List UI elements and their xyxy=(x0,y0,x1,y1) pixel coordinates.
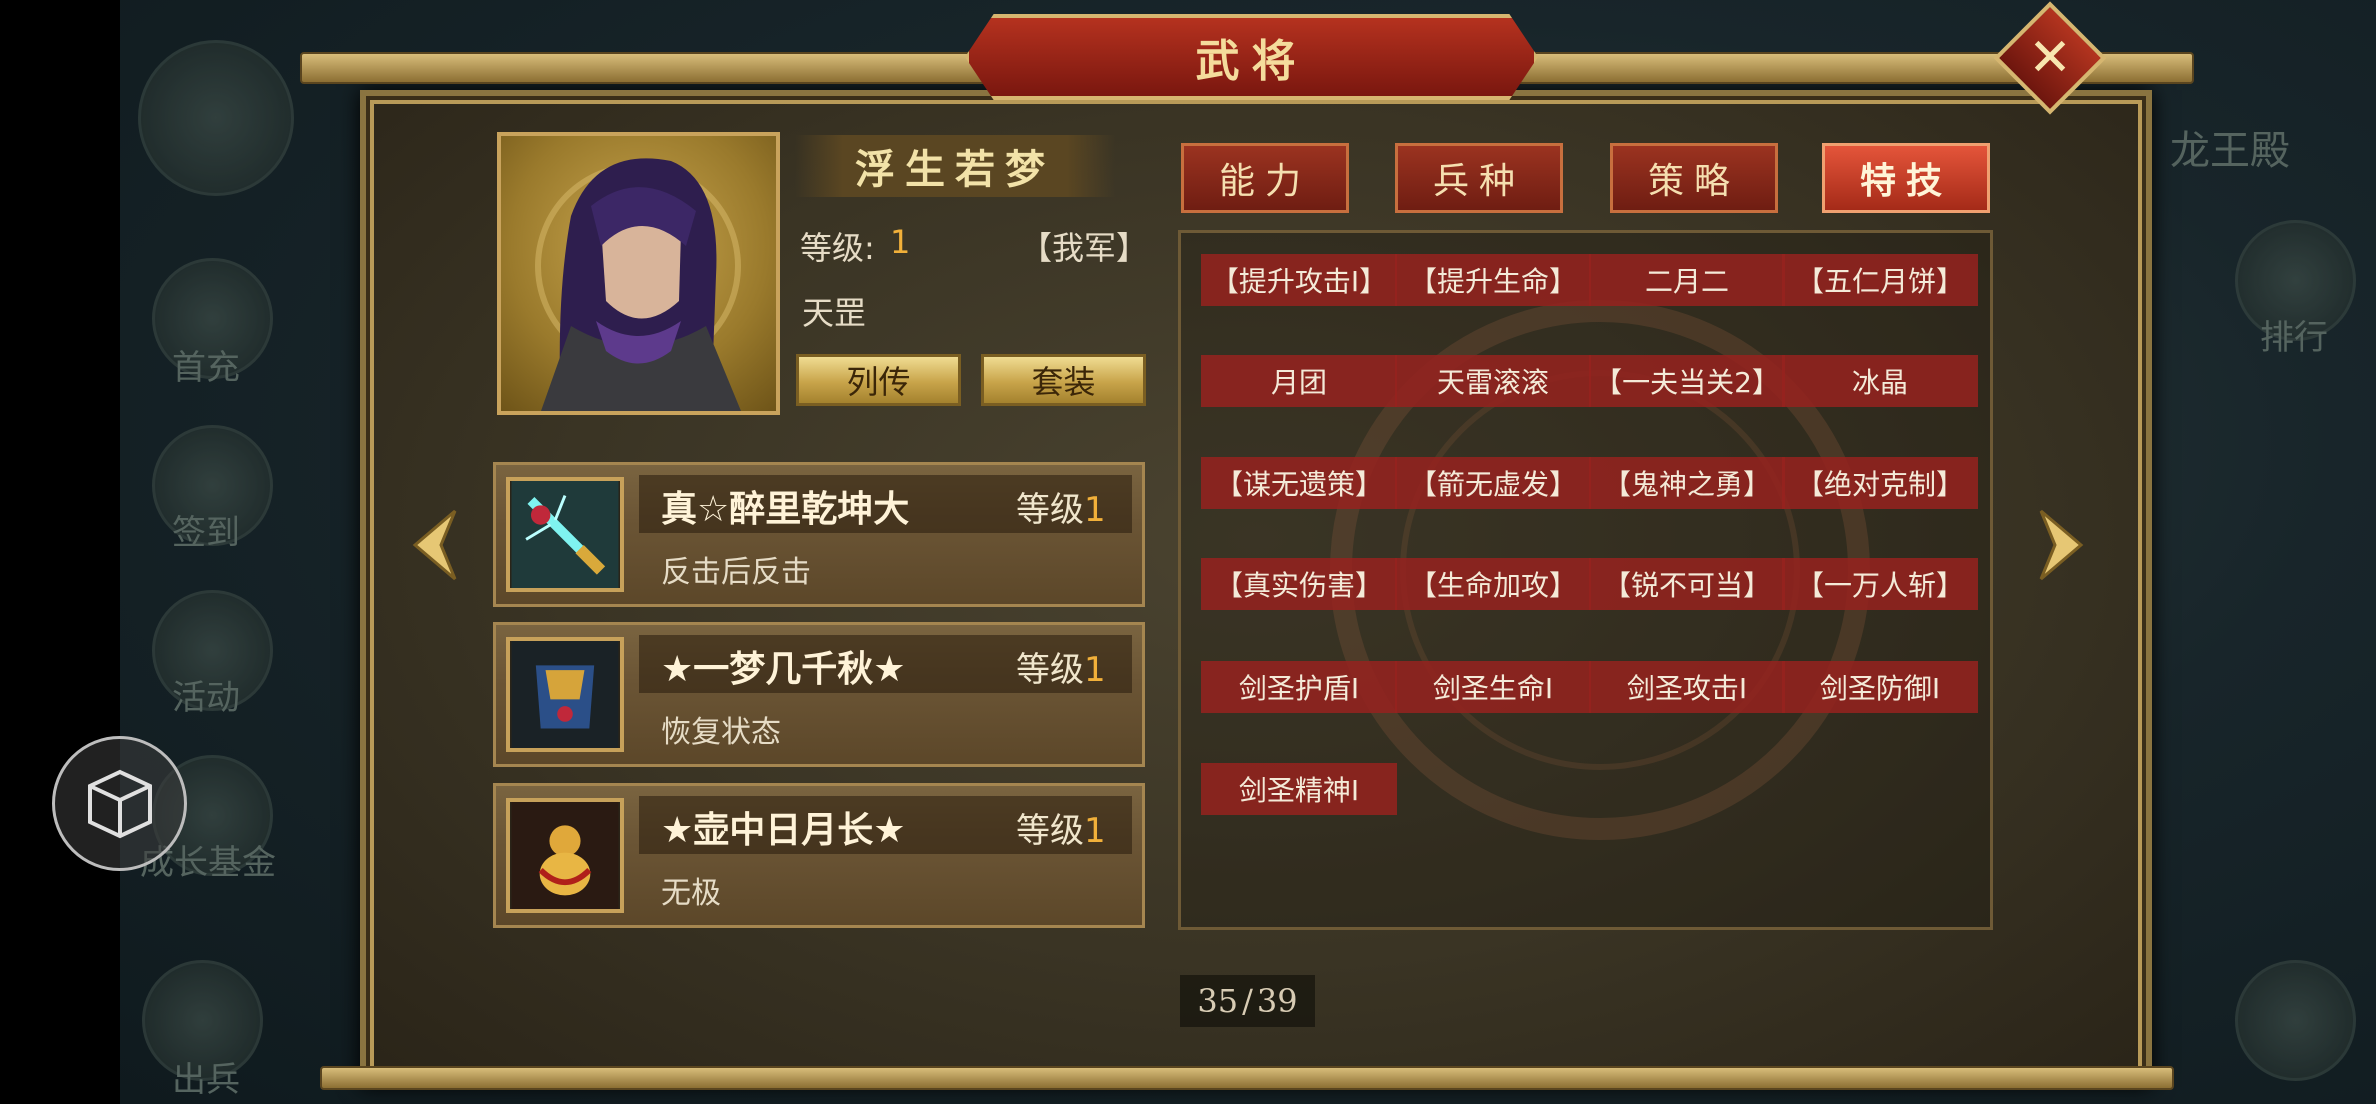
panel-title: 武将 xyxy=(1195,36,1308,87)
equipment-slot-accessory[interactable]: ★壶中日月长★ 等级1 无极 xyxy=(493,783,1145,928)
tab-troop-type[interactable]: 兵种 xyxy=(1395,143,1563,213)
hero-level-value: 1 xyxy=(890,223,911,261)
skill-tag[interactable]: 二月二 xyxy=(1589,254,1785,306)
previous-hero-button[interactable] xyxy=(405,505,461,589)
equipment-slot-weapon[interactable]: 真☆醉里乾坤大 等级1 反击后反击 xyxy=(493,462,1145,607)
equipment-slot-armor[interactable]: ★一梦几千秋★ 等级1 恢复状态 xyxy=(493,622,1145,767)
equipment-name: ★壶中日月长★ xyxy=(661,810,906,851)
equipment-level-value: 1 xyxy=(1084,811,1106,851)
tab-strategy[interactable]: 策略 xyxy=(1610,143,1778,213)
bg-menu-label: 签到 xyxy=(172,513,240,553)
equipment-level-value: 1 xyxy=(1084,650,1106,690)
skill-tag[interactable]: 天雷滚滚 xyxy=(1395,355,1591,407)
hero-type: 天罡 xyxy=(802,294,867,332)
floating-assist-button[interactable] xyxy=(52,736,187,871)
skill-tag[interactable]: 剑圣生命Ⅰ xyxy=(1395,661,1591,713)
title-plate: 武将 xyxy=(965,14,1538,100)
gourd-icon[interactable] xyxy=(506,798,624,913)
equipment-level-label: 等级 xyxy=(1016,650,1084,690)
cube-icon xyxy=(87,769,152,838)
skill-tag[interactable]: 【一夫当关2】 xyxy=(1589,355,1785,407)
skill-tag[interactable]: 【箭无虚发】 xyxy=(1395,457,1591,509)
outfit-button[interactable]: 套装 xyxy=(981,354,1146,406)
chevron-left-icon xyxy=(412,509,457,581)
page-total: 39 xyxy=(1256,982,1298,1020)
bg-location-label: 龙王殿 xyxy=(2170,128,2290,174)
skill-tag[interactable]: 【五仁月饼】 xyxy=(1782,254,1978,306)
skill-tag[interactable]: 冰晶 xyxy=(1782,355,1978,407)
player-avatar xyxy=(138,40,294,196)
hero-faction: 【我军】 xyxy=(1020,229,1149,267)
skill-tag[interactable]: 剑圣攻击Ⅰ xyxy=(1589,661,1785,713)
hero-name: 浮生若梦 xyxy=(855,146,1055,193)
skill-tag[interactable]: 剑圣精神Ⅰ xyxy=(1201,763,1397,815)
equipment-name: ★一梦几千秋★ xyxy=(661,649,906,690)
skill-tag[interactable]: 剑圣护盾Ⅰ xyxy=(1201,661,1397,713)
equipment-description: 恢复状态 xyxy=(661,715,781,750)
sword-icon[interactable] xyxy=(506,477,624,592)
equipment-level: 等级1 xyxy=(1016,482,1106,531)
skill-tag[interactable]: 【一万人斩】 xyxy=(1782,558,1978,610)
equipment-level: 等级1 xyxy=(1016,803,1106,852)
equipment-description: 无极 xyxy=(661,876,721,911)
skill-tag[interactable]: 月团 xyxy=(1201,355,1397,407)
skill-tag[interactable]: 【真实伤害】 xyxy=(1201,558,1397,610)
tab-ability[interactable]: 能力 xyxy=(1181,143,1349,213)
skill-tag[interactable]: 【绝对克制】 xyxy=(1782,457,1978,509)
close-icon[interactable]: ✕ xyxy=(2010,18,2090,98)
skill-tag[interactable]: 【锐不可当】 xyxy=(1589,558,1785,610)
hero-portrait xyxy=(497,132,780,415)
bg-menu-more xyxy=(2235,960,2356,1081)
skill-tag[interactable]: 【提升攻击Ⅰ】 xyxy=(1201,254,1397,306)
chevron-right-icon xyxy=(2039,509,2084,581)
skill-tag[interactable]: 【谋无遗策】 xyxy=(1201,457,1397,509)
equipment-level: 等级1 xyxy=(1016,642,1106,691)
skill-tag[interactable]: 【提升生命】 xyxy=(1395,254,1591,306)
armor-icon[interactable] xyxy=(506,637,624,752)
equipment-level-label: 等级 xyxy=(1016,490,1084,530)
hero-page-indicator: 35 / 39 xyxy=(1180,975,1315,1027)
screen-left-edge xyxy=(0,0,120,1104)
next-hero-button[interactable] xyxy=(2035,505,2091,589)
bg-menu-label: 首充 xyxy=(172,348,240,388)
equipment-name: 真☆醉里乾坤大 xyxy=(661,489,910,530)
page-current: 35 xyxy=(1197,982,1239,1020)
hero-name-plate: 浮生若梦 xyxy=(795,135,1115,197)
skill-tag[interactable]: 剑圣防御Ⅰ xyxy=(1782,661,1978,713)
equipment-level-value: 1 xyxy=(1084,490,1106,530)
equipment-level-label: 等级 xyxy=(1016,811,1084,851)
skill-tag[interactable]: 【生命加攻】 xyxy=(1395,558,1591,610)
tab-special-skill[interactable]: 特技 xyxy=(1822,143,1990,213)
bg-menu-label: 活动 xyxy=(172,678,240,718)
skill-tag[interactable]: 【鬼神之勇】 xyxy=(1589,457,1785,509)
hero-level-label: 等级: xyxy=(800,229,875,267)
panel-bottom-rail xyxy=(320,1066,2174,1090)
bg-menu-label: 排行 xyxy=(2260,318,2328,358)
hero-portrait-image xyxy=(535,158,741,411)
page-separator: / xyxy=(1242,982,1253,1020)
equipment-description: 反击后反击 xyxy=(661,555,811,590)
biography-button[interactable]: 列传 xyxy=(796,354,961,406)
bg-menu-label: 出兵 xyxy=(172,1060,240,1100)
